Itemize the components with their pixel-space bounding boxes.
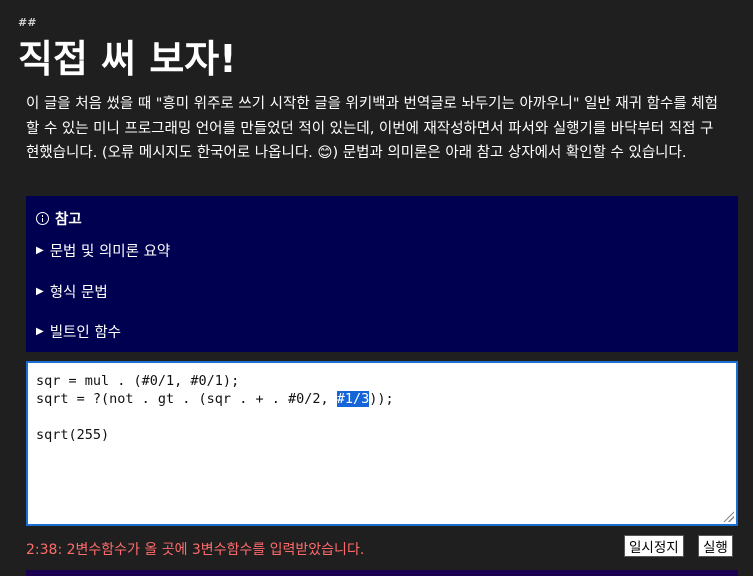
code-editor[interactable]: sqr = mul . (#0/1, #0/1); sqrt = ?(not .… (26, 361, 738, 526)
selected-text: #1/3 (336, 391, 370, 407)
page-title: 직접 써 보자! (18, 37, 237, 81)
triangle-right-icon: ▶ (36, 245, 44, 256)
code-line-2-before: sqrt = ?(not . gt . (sqr . + . #0/2, (36, 391, 337, 407)
error-message: 2:38: 2변수함수가 올 곳에 3변수함수를 입력받았습니다. (26, 542, 365, 558)
triangle-right-icon: ▶ (36, 326, 44, 337)
code-line-1: sqr = mul . (#0/1, #0/1); (36, 373, 240, 389)
pause-button[interactable]: 일시정지 (624, 535, 684, 557)
code-line-2: sqrt = ?(not . gt . (sqr . + . #0/2, #1/… (36, 391, 394, 407)
code-line-4: sqrt(255) (36, 427, 110, 443)
note-title-label: 참고 (55, 212, 82, 228)
summary-builtin-functions[interactable]: ▶ 빌트인 함수 (36, 321, 121, 342)
summary-semantics[interactable]: ▶ 문법 및 의미론 요약 (36, 240, 170, 261)
summary-semantics-label: 문법 및 의미론 요약 (49, 244, 171, 260)
summary-builtin-functions-label: 빌트인 함수 (49, 325, 122, 341)
note-title: 참고 (36, 208, 82, 229)
info-icon (36, 212, 49, 225)
resize-grip-icon[interactable] (722, 510, 734, 522)
intro-paragraph: 이 글을 처음 썼을 때 "흥미 위주로 쓰기 시작한 글을 위키백과 번역글로… (26, 96, 718, 161)
triangle-right-icon: ▶ (36, 286, 44, 297)
note-box: 참고 ▶ 문법 및 의미론 요약 ▶ 형식 문법 ▶ 빌트인 함수 (26, 196, 738, 352)
summary-formal-grammar-label: 형식 문법 (49, 285, 108, 301)
run-button[interactable]: 실행 (698, 535, 733, 557)
summary-formal-grammar[interactable]: ▶ 형식 문법 (36, 281, 108, 302)
output-panel-edge (26, 570, 738, 576)
code-line-2-after: )); (369, 391, 394, 407)
